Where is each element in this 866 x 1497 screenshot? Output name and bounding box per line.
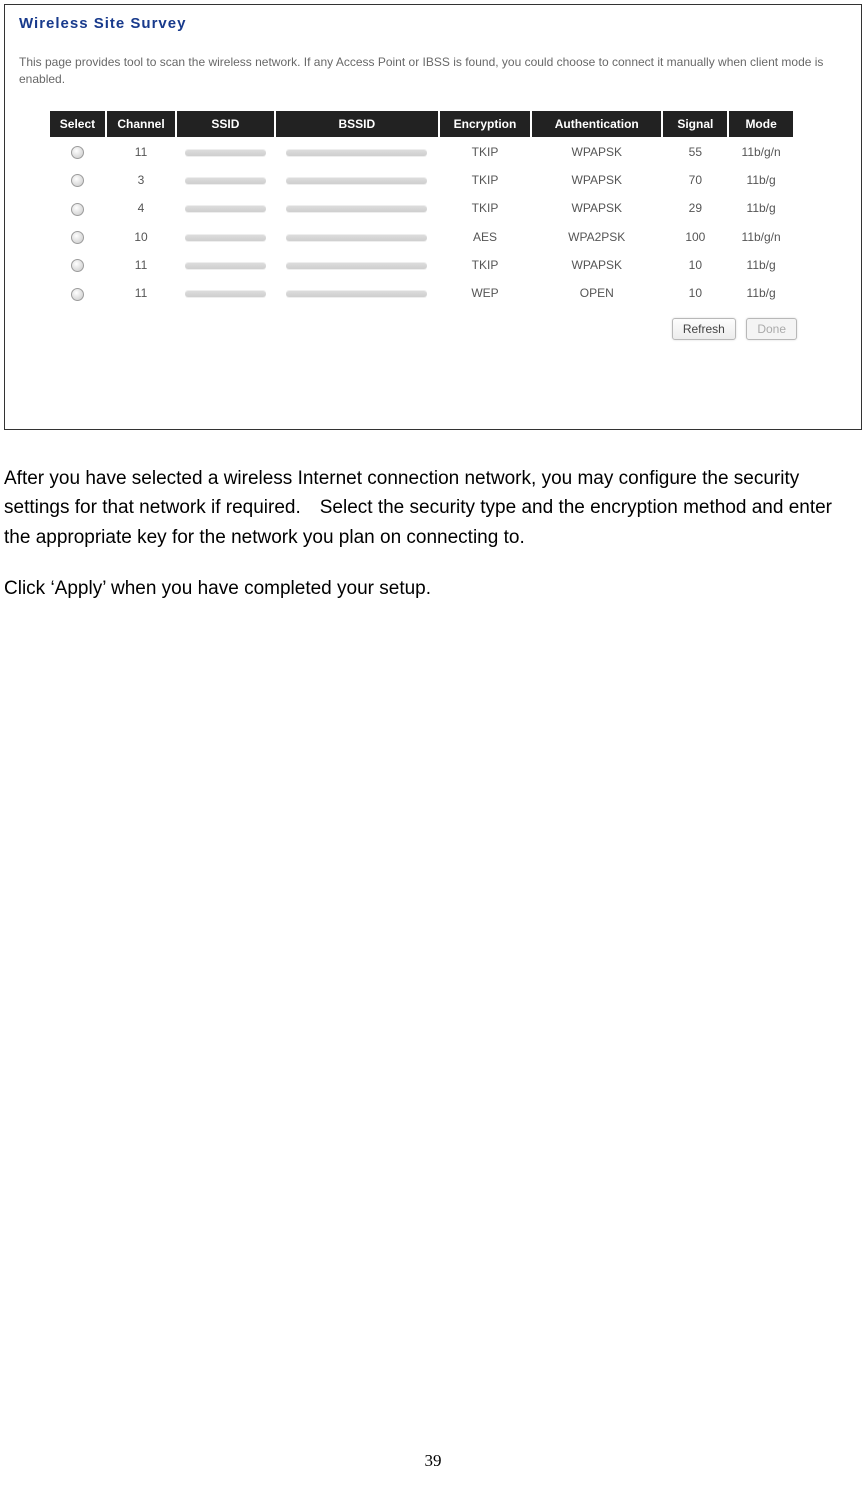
cell-auth: WPAPSK (531, 194, 662, 222)
cell-signal: 29 (662, 194, 728, 222)
cell-channel: 11 (106, 279, 176, 307)
bssid-redacted (286, 235, 427, 241)
panel-title: Wireless Site Survey (19, 15, 847, 32)
th-select: Select (49, 110, 106, 138)
th-ssid: SSID (176, 110, 275, 138)
cell-channel: 3 (106, 166, 176, 194)
ssid-redacted (185, 291, 267, 297)
cell-mode: 11b/g (728, 279, 794, 307)
cell-mode: 11b/g (728, 251, 794, 279)
body-paragraph-2: Click ‘Apply’ when you have completed yo… (4, 574, 858, 603)
ssid-redacted (185, 206, 267, 212)
th-channel: Channel (106, 110, 176, 138)
page-number: 39 (0, 1451, 866, 1471)
table-header-row: Select Channel SSID BSSID Encryption Aut… (49, 110, 794, 138)
select-radio[interactable] (71, 288, 84, 301)
table-body: 11 TKIP WPAPSK 55 11b/g/n 3 (49, 138, 794, 308)
document-body: After you have selected a wireless Inter… (0, 430, 866, 604)
cell-signal: 10 (662, 279, 728, 307)
cell-auth: WPAPSK (531, 138, 662, 166)
cell-mode: 11b/g/n (728, 138, 794, 166)
th-mode: Mode (728, 110, 794, 138)
bssid-redacted (286, 291, 427, 297)
ssid-redacted (185, 150, 267, 156)
cell-encryption: TKIP (439, 138, 531, 166)
cell-mode: 11b/g (728, 194, 794, 222)
cell-auth: WPAPSK (531, 251, 662, 279)
table-row: 3 TKIP WPAPSK 70 11b/g (49, 166, 794, 194)
button-row: Refresh Done (19, 308, 847, 350)
cell-channel: 11 (106, 138, 176, 166)
done-button[interactable]: Done (746, 318, 797, 340)
cell-signal: 100 (662, 223, 728, 251)
cell-channel: 10 (106, 223, 176, 251)
th-authentication: Authentication (531, 110, 662, 138)
bssid-redacted (286, 178, 427, 184)
select-radio[interactable] (71, 174, 84, 187)
cell-encryption: TKIP (439, 251, 531, 279)
th-signal: Signal (662, 110, 728, 138)
cell-signal: 70 (662, 166, 728, 194)
survey-table: Select Channel SSID BSSID Encryption Aut… (49, 110, 794, 308)
cell-channel: 11 (106, 251, 176, 279)
panel-description: This page provides tool to scan the wire… (19, 54, 847, 88)
table-row: 11 TKIP WPAPSK 10 11b/g (49, 251, 794, 279)
body-paragraph-1: After you have selected a wireless Inter… (4, 464, 858, 552)
cell-mode: 11b/g (728, 166, 794, 194)
panel-scroll-area[interactable]: Wireless Site Survey This page provides … (5, 5, 861, 429)
cell-encryption: TKIP (439, 194, 531, 222)
table-row: 11 WEP OPEN 10 11b/g (49, 279, 794, 307)
ssid-redacted (185, 178, 267, 184)
ssid-redacted (185, 263, 267, 269)
table-row: 4 TKIP WPAPSK 29 11b/g (49, 194, 794, 222)
cell-encryption: TKIP (439, 166, 531, 194)
refresh-button[interactable]: Refresh (672, 318, 736, 340)
ssid-redacted (185, 235, 267, 241)
wireless-survey-panel: Wireless Site Survey This page provides … (4, 4, 862, 430)
cell-auth: OPEN (531, 279, 662, 307)
select-radio[interactable] (71, 231, 84, 244)
select-radio[interactable] (71, 259, 84, 272)
cell-signal: 10 (662, 251, 728, 279)
cell-encryption: AES (439, 223, 531, 251)
th-bssid: BSSID (275, 110, 439, 138)
cell-signal: 55 (662, 138, 728, 166)
cell-mode: 11b/g/n (728, 223, 794, 251)
table-row: 11 TKIP WPAPSK 55 11b/g/n (49, 138, 794, 166)
cell-channel: 4 (106, 194, 176, 222)
bssid-redacted (286, 263, 427, 269)
cell-auth: WPA2PSK (531, 223, 662, 251)
bssid-redacted (286, 150, 427, 156)
cell-auth: WPAPSK (531, 166, 662, 194)
cell-encryption: WEP (439, 279, 531, 307)
select-radio[interactable] (71, 146, 84, 159)
table-row: 10 AES WPA2PSK 100 11b/g/n (49, 223, 794, 251)
th-encryption: Encryption (439, 110, 531, 138)
bssid-redacted (286, 206, 427, 212)
select-radio[interactable] (71, 203, 84, 216)
